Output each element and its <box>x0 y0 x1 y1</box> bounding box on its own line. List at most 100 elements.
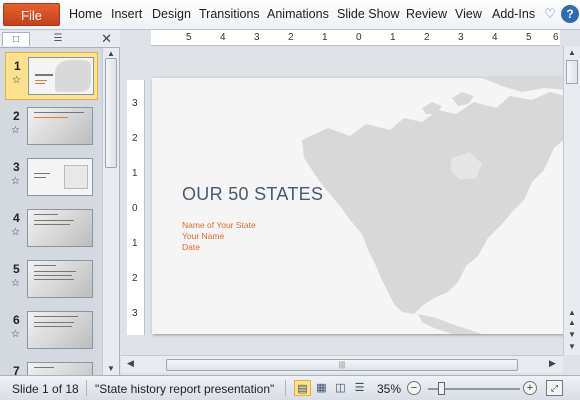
slide-number: 3 <box>13 160 20 174</box>
ruler-label: 4 <box>220 32 226 43</box>
help-icon[interactable]: ? <box>561 5 579 23</box>
ruler-label: 3 <box>132 98 138 109</box>
zoom-in-icon[interactable]: + <box>523 381 537 395</box>
animation-star-icon: ☆ <box>11 176 20 187</box>
slides-pane: □ ☰ ✕ 1 ☆ 2 ☆ 3 ☆ 4 ☆ 5 ☆ 6 ☆ 7 ▲ ▼ <box>0 30 120 375</box>
status-divider <box>86 380 87 396</box>
slide-thumbnail-4[interactable]: 4 ☆ <box>5 205 98 253</box>
scroll-down-icon[interactable]: ▼ <box>103 364 119 373</box>
slide-thumbnail-2[interactable]: 2 ☆ <box>5 103 98 151</box>
tab-home[interactable]: Home <box>69 7 102 21</box>
tab-add-ins[interactable]: Add-Ins <box>492 7 535 21</box>
animation-star-icon: ☆ <box>11 329 20 340</box>
animation-star-icon: ☆ <box>12 75 21 86</box>
thumbnail-image <box>27 158 93 196</box>
slide-indicator: Slide 1 of 18 <box>12 382 79 396</box>
thumbnail-image <box>27 260 93 298</box>
subtitle-state-name[interactable]: Name of Your State <box>182 220 256 230</box>
slide-number: 7 <box>13 364 20 375</box>
ruler-label: 1 <box>132 168 138 179</box>
scroll-down-icon[interactable]: ▼ <box>564 342 580 351</box>
outline-tab-icon[interactable]: ☰ <box>44 32 72 46</box>
subtitle-date[interactable]: Date <box>182 242 200 252</box>
slides-pane-scrollbar[interactable]: ▲ ▼ <box>102 48 119 375</box>
slide-show-view-icon[interactable]: ☰ <box>351 380 368 396</box>
zoom-out-icon[interactable]: − <box>407 381 421 395</box>
slide-thumbnail-1[interactable]: 1 ☆ <box>5 52 98 100</box>
animation-star-icon: ☆ <box>11 278 20 289</box>
north-america-map-image <box>302 78 566 334</box>
tab-transitions[interactable]: Transitions <box>199 7 260 21</box>
ruler-label: 1 <box>132 238 138 249</box>
slide-number: 2 <box>13 109 20 123</box>
file-tab[interactable]: File <box>3 3 60 26</box>
theme-name[interactable]: "State history report presentation" <box>95 382 274 396</box>
horizontal-ruler: 5 4 3 2 1 0 1 2 3 4 5 6 <box>151 30 560 46</box>
scroll-right-icon[interactable]: ▶ <box>549 358 556 369</box>
slide-number: 1 <box>14 59 21 73</box>
reading-view-icon[interactable]: ◫ <box>332 380 349 396</box>
slide-editing-area: 5 4 3 2 1 0 1 2 3 4 5 6 3 2 1 0 1 2 3 OU… <box>121 30 580 375</box>
vertical-ruler: 3 2 1 0 1 2 3 <box>127 80 145 335</box>
status-bar: Slide 1 of 18 "State history report pres… <box>0 375 580 400</box>
ruler-label: 2 <box>424 32 430 43</box>
slides-tab-icon[interactable]: □ <box>2 32 30 46</box>
ruler-label: 3 <box>458 32 464 43</box>
minimize-ribbon-icon[interactable]: ♡ <box>541 5 559 23</box>
thumbnail-image <box>27 107 93 145</box>
ruler-label: 1 <box>390 32 396 43</box>
normal-view-icon[interactable]: ▤ <box>294 380 311 396</box>
next-slide-icon[interactable]: ▼ <box>564 330 580 339</box>
ruler-label: 4 <box>492 32 498 43</box>
fit-to-window-icon[interactable]: ⤢ <box>546 380 563 396</box>
thumbnail-image <box>28 57 94 95</box>
ruler-label: 2 <box>288 32 294 43</box>
ruler-label: 3 <box>254 32 260 43</box>
tab-insert[interactable]: Insert <box>111 7 142 21</box>
slide-canvas[interactable]: OUR 50 STATES Name of Your State Your Na… <box>152 78 566 334</box>
slide-thumbnail-5[interactable]: 5 ☆ <box>5 256 98 304</box>
thumbnail-image <box>27 311 93 349</box>
slide-thumbnail-7[interactable]: 7 <box>5 358 98 375</box>
slide-number: 6 <box>13 313 20 327</box>
ruler-label: 5 <box>186 32 192 43</box>
ruler-label: 2 <box>132 273 138 284</box>
slide-thumbnail-3[interactable]: 3 ☆ <box>5 154 98 202</box>
editor-vertical-scrollbar[interactable]: ▲ ▲ ▲ ▼ ▼ <box>563 46 580 355</box>
scroll-up-icon[interactable]: ▲ <box>103 49 119 58</box>
animation-star-icon: ☆ <box>11 227 20 238</box>
zoom-level[interactable]: 35% <box>377 382 401 396</box>
ruler-label: 5 <box>526 32 532 43</box>
ribbon-tab-bar: File Home Insert Design Transitions Anim… <box>0 0 580 30</box>
ruler-label: 3 <box>132 308 138 319</box>
tab-view[interactable]: View <box>455 7 482 21</box>
subtitle-your-name[interactable]: Your Name <box>182 231 224 241</box>
tab-design[interactable]: Design <box>152 7 191 21</box>
zoom-slider-thumb[interactable] <box>437 382 445 395</box>
slide-thumbnail-6[interactable]: 6 ☆ <box>5 307 98 355</box>
scroll-up-icon[interactable]: ▲ <box>564 48 580 57</box>
ruler-label: 0 <box>356 32 362 43</box>
tab-review[interactable]: Review <box>406 7 447 21</box>
animation-star-icon: ☆ <box>11 125 20 136</box>
ruler-label: 6 <box>553 32 559 43</box>
slide-number: 5 <box>13 262 20 276</box>
previous-slide-icon[interactable]: ▲ <box>564 318 580 327</box>
tab-slide-show[interactable]: Slide Show <box>337 7 400 21</box>
slide-number: 4 <box>13 211 20 225</box>
scrollbar-thumb[interactable]: ||| <box>166 359 518 371</box>
pane-tab-bar: □ ☰ ✕ <box>0 30 120 48</box>
slide-title[interactable]: OUR 50 STATES <box>182 184 323 205</box>
close-pane-icon[interactable]: ✕ <box>101 31 112 47</box>
scrollbar-thumb[interactable] <box>105 58 117 168</box>
scrollbar-thumb[interactable] <box>566 60 578 84</box>
scroll-left-icon[interactable]: ◀ <box>127 358 134 369</box>
editor-horizontal-scrollbar[interactable]: ◀ ||| ▶ <box>121 355 563 373</box>
slide-thumbnail-list: 1 ☆ 2 ☆ 3 ☆ 4 ☆ 5 ☆ 6 ☆ 7 <box>0 48 102 375</box>
thumbnail-image <box>27 209 93 247</box>
ruler-label: 0 <box>132 203 138 214</box>
tab-animations[interactable]: Animations <box>267 7 329 21</box>
slide-sorter-view-icon[interactable]: ▦ <box>313 380 330 396</box>
thumbnail-image <box>27 362 93 375</box>
scroll-up-icon[interactable]: ▲ <box>564 308 580 317</box>
